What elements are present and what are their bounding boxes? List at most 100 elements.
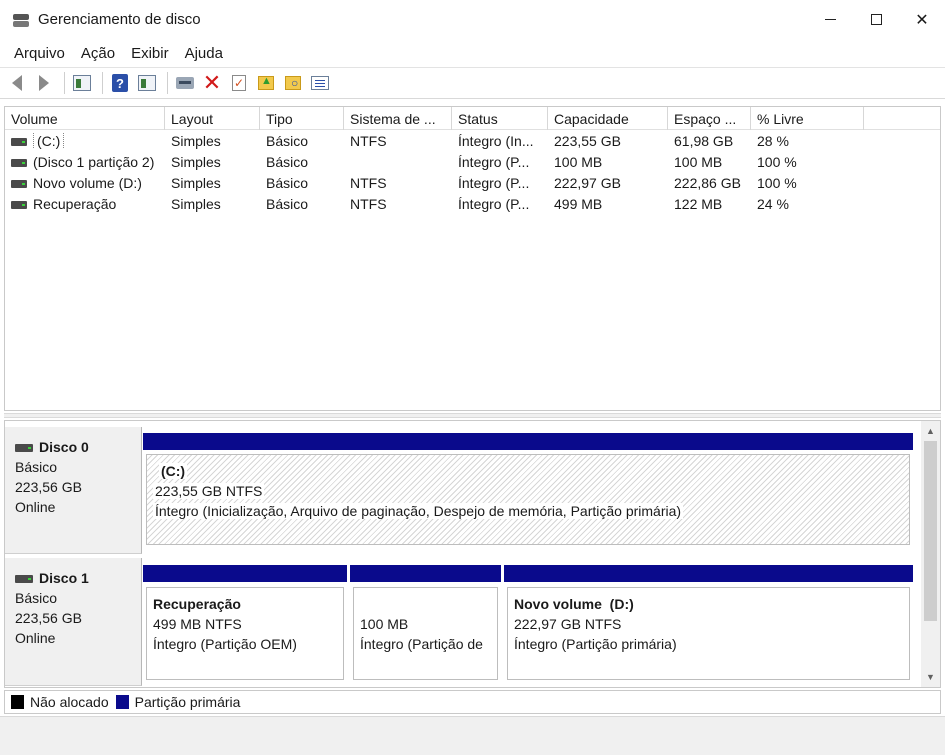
minimize-button[interactable] bbox=[807, 0, 853, 39]
cell-livre: 100 % bbox=[757, 153, 797, 170]
volume-list-header: Volume Layout Tipo Sistema de ... Status… bbox=[5, 107, 940, 130]
partition-body: Recuperação 499 MB NTFS Íntegro (Partiçã… bbox=[146, 587, 344, 680]
cell-livre: 24 % bbox=[757, 195, 789, 212]
menu-acao[interactable]: Ação bbox=[73, 45, 123, 62]
forward-button[interactable] bbox=[33, 72, 55, 94]
folder-search-icon bbox=[285, 76, 301, 90]
toolbar: ? ✕ ✓ bbox=[0, 68, 945, 99]
delete-button[interactable]: ✕ bbox=[201, 72, 223, 94]
properties-button[interactable] bbox=[309, 72, 331, 94]
legend-unallocated: Não alocado bbox=[30, 694, 109, 710]
cell-status: Íntegro (P... bbox=[458, 174, 530, 191]
partition-status: Íntegro (Partição OEM) bbox=[153, 636, 297, 652]
console-tree-icon bbox=[73, 75, 91, 91]
column-status[interactable]: Status bbox=[452, 107, 548, 130]
disk-row: Disco 0 Básico 223,56 GB Online (C:) 223… bbox=[5, 427, 918, 554]
disk-label[interactable]: Disco 0 Básico 223,56 GB Online bbox=[5, 427, 142, 554]
disk-icon bbox=[15, 575, 33, 584]
column-volume[interactable]: Volume bbox=[5, 107, 165, 130]
help-button[interactable]: ? bbox=[109, 72, 131, 94]
cell-layout: Simples bbox=[171, 132, 221, 149]
cell-espaco: 61,98 GB bbox=[674, 132, 734, 149]
cell-status: Íntegro (In... bbox=[458, 132, 534, 149]
column-livre[interactable]: % Livre bbox=[751, 107, 864, 130]
drive-icon bbox=[11, 137, 27, 146]
menu-bar: Arquivo Ação Exibir Ajuda bbox=[0, 39, 945, 68]
volume-name: Novo volume (D:) bbox=[33, 174, 142, 191]
partition-title bbox=[360, 594, 497, 614]
unallocated-swatch bbox=[11, 695, 24, 709]
cell-livre: 28 % bbox=[757, 132, 789, 149]
disk-type: Básico bbox=[15, 459, 58, 475]
disk-label[interactable]: Disco 1 Básico 223,56 GB Online bbox=[5, 558, 142, 686]
scroll-up-icon[interactable]: ▲ bbox=[921, 423, 940, 439]
legend-primary: Partição primária bbox=[134, 694, 241, 710]
disk-name: Disco 1 bbox=[39, 570, 89, 586]
table-row[interactable]: (Disco 1 partição 2) Simples Básico Ínte… bbox=[5, 151, 940, 172]
minimize-icon bbox=[824, 19, 836, 20]
partition-body: (C:) 223,55 GB NTFS Íntegro (Inicializaç… bbox=[146, 454, 910, 545]
cell-tipo: Básico bbox=[266, 153, 309, 170]
primary-partition-bar bbox=[143, 565, 347, 582]
show-pane-button[interactable] bbox=[136, 72, 158, 94]
column-capacidade[interactable]: Capacidade bbox=[548, 107, 668, 130]
toolbar-separator bbox=[64, 72, 65, 94]
partition-d[interactable]: Novo volume (D:) 222,97 GB NTFS Íntegro … bbox=[504, 565, 913, 683]
column-layout[interactable]: Layout bbox=[165, 107, 260, 130]
partition-size: 100 MB bbox=[360, 616, 409, 632]
drive-icon bbox=[11, 200, 27, 209]
column-espaco[interactable]: Espaço ... bbox=[668, 107, 751, 130]
cell-layout: Simples bbox=[171, 195, 221, 212]
close-icon: ✕ bbox=[915, 11, 929, 29]
disk-state: Online bbox=[15, 499, 56, 515]
partition-recuperacao[interactable]: Recuperação 499 MB NTFS Íntegro (Partiçã… bbox=[143, 565, 347, 683]
menu-ajuda[interactable]: Ajuda bbox=[177, 45, 231, 62]
folder-up-button[interactable] bbox=[255, 72, 277, 94]
toolbar-separator bbox=[167, 72, 168, 94]
cell-espaco: 122 MB bbox=[674, 195, 723, 212]
connect-drive-button[interactable] bbox=[174, 72, 196, 94]
maximize-icon bbox=[870, 14, 882, 25]
partition-system[interactable]: 100 MB Íntegro (Partição de bbox=[350, 565, 501, 683]
cell-capacidade: 100 MB bbox=[554, 153, 603, 170]
column-tipo[interactable]: Tipo bbox=[260, 107, 344, 130]
disk-row: Disco 1 Básico 223,56 GB Online Recupera… bbox=[5, 558, 918, 686]
console-tree-button[interactable] bbox=[71, 72, 93, 94]
volume-name: (Disco 1 partição 2) bbox=[33, 153, 155, 170]
pane-splitter[interactable] bbox=[4, 413, 941, 418]
cell-layout: Simples bbox=[171, 174, 221, 191]
show-pane-icon bbox=[138, 75, 156, 91]
menu-exibir[interactable]: Exibir bbox=[123, 45, 177, 62]
menu-arquivo[interactable]: Arquivo bbox=[6, 45, 73, 62]
back-button[interactable] bbox=[6, 72, 28, 94]
legend: Não alocado Partição primária bbox=[4, 690, 941, 714]
vertical-scrollbar[interactable]: ▲ ▼ bbox=[921, 421, 940, 687]
cell-espaco: 222,86 GB bbox=[674, 174, 741, 191]
back-icon bbox=[12, 75, 22, 91]
partition-c[interactable]: (C:) 223,55 GB NTFS Íntegro (Inicializaç… bbox=[143, 433, 913, 549]
title-bar: Gerenciamento de disco ✕ bbox=[0, 0, 945, 39]
cell-tipo: Básico bbox=[266, 174, 309, 191]
connect-drive-icon bbox=[176, 77, 194, 89]
scroll-thumb[interactable] bbox=[924, 441, 937, 621]
column-sistema[interactable]: Sistema de ... bbox=[344, 107, 452, 130]
cell-fs: NTFS bbox=[350, 174, 387, 191]
maximize-button[interactable] bbox=[853, 0, 899, 39]
folder-search-button[interactable] bbox=[282, 72, 304, 94]
disk-management-icon bbox=[12, 12, 30, 28]
partition-body: Novo volume (D:) 222,97 GB NTFS Íntegro … bbox=[507, 587, 910, 680]
cell-capacidade: 222,97 GB bbox=[554, 174, 621, 191]
table-row[interactable]: Novo volume (D:) Simples Básico NTFS Ínt… bbox=[5, 172, 940, 193]
primary-partition-bar bbox=[504, 565, 913, 582]
check-button[interactable]: ✓ bbox=[228, 72, 250, 94]
scroll-down-icon[interactable]: ▼ bbox=[921, 669, 940, 685]
table-row[interactable]: (C:) Simples Básico NTFS Íntegro (In... … bbox=[5, 130, 940, 151]
cell-capacidade: 499 MB bbox=[554, 195, 603, 212]
disk-graph-pane: Disco 0 Básico 223,56 GB Online (C:) 223… bbox=[4, 420, 941, 688]
drive-icon bbox=[11, 158, 27, 167]
close-button[interactable]: ✕ bbox=[899, 0, 945, 39]
table-row[interactable]: Recuperação Simples Básico NTFS Íntegro … bbox=[5, 193, 940, 214]
window-title: Gerenciamento de disco bbox=[38, 11, 201, 28]
folder-up-icon bbox=[258, 75, 274, 90]
partition-body: 100 MB Íntegro (Partição de bbox=[353, 587, 498, 680]
